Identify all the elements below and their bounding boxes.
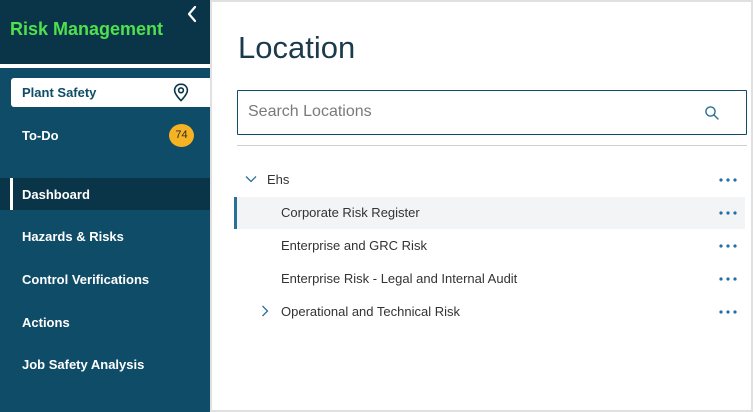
sidebar: Risk Management Plant Safety To-Do 74 Da… [0, 0, 210, 412]
location-panel: Location Ehs Corporate Risk Register Ent… [210, 0, 753, 412]
tree-node-enterprise-risk-legal-audit[interactable]: Enterprise Risk - Legal and Internal Aud… [234, 263, 745, 295]
more-options-icon[interactable] [719, 244, 737, 248]
sidebar-item-label: Control Verifications [22, 272, 150, 287]
sidebar-item-label: Job Safety Analysis [22, 357, 145, 372]
sidebar-item-label: Actions [22, 315, 70, 330]
tree-node-corporate-risk-register[interactable]: Corporate Risk Register [234, 197, 745, 229]
more-options-icon[interactable] [719, 277, 737, 281]
chevron-left-icon [187, 5, 197, 23]
todo-count-badge: 74 [169, 124, 194, 147]
tree-node-enterprise-grc-risk[interactable]: Enterprise and GRC Risk [234, 230, 745, 262]
page-title: Location [238, 30, 356, 65]
sidebar-header: Risk Management [0, 0, 210, 64]
sidebar-item-label: To-Do [22, 128, 59, 143]
more-options-icon[interactable] [719, 211, 737, 215]
tree-node-ehs[interactable]: Ehs [234, 164, 745, 196]
sidebar-item-job-safety-analysis[interactable]: Job Safety Analysis [0, 348, 210, 380]
header-divider [0, 64, 210, 68]
sidebar-item-control-verifications[interactable]: Control Verifications [0, 263, 210, 295]
chevron-right-icon[interactable] [258, 304, 272, 318]
sidebar-item-label: Dashboard [22, 187, 90, 202]
sidebar-item-hazards-risks[interactable]: Hazards & Risks [0, 220, 210, 252]
tree-node-label: Ehs [267, 172, 290, 187]
sidebar-item-label: Hazards & Risks [22, 229, 124, 244]
tree-node-operational-technical-risk[interactable]: Operational and Technical Risk [234, 296, 745, 328]
app-title: Risk Management [10, 19, 164, 39]
more-options-icon[interactable] [719, 178, 737, 182]
chevron-down-icon[interactable] [244, 172, 258, 186]
search-divider [237, 145, 747, 146]
more-options-icon[interactable] [719, 310, 737, 314]
sidebar-item-actions[interactable]: Actions [0, 306, 210, 338]
tree-node-label: Enterprise and GRC Risk [281, 238, 427, 253]
map-pin-icon [173, 83, 189, 102]
tree-node-label: Enterprise Risk - Legal and Internal Aud… [281, 271, 518, 286]
tree-node-label: Corporate Risk Register [281, 205, 420, 220]
collapse-sidebar-button[interactable] [182, 4, 202, 24]
search-input[interactable] [248, 101, 688, 123]
location-selector[interactable]: Plant Safety [11, 78, 210, 107]
location-label: Plant Safety [22, 85, 97, 100]
search-box [237, 90, 747, 135]
search-icon[interactable] [704, 105, 720, 121]
tree-node-label: Operational and Technical Risk [281, 304, 460, 319]
sidebar-item-dashboard[interactable]: Dashboard [0, 178, 210, 210]
